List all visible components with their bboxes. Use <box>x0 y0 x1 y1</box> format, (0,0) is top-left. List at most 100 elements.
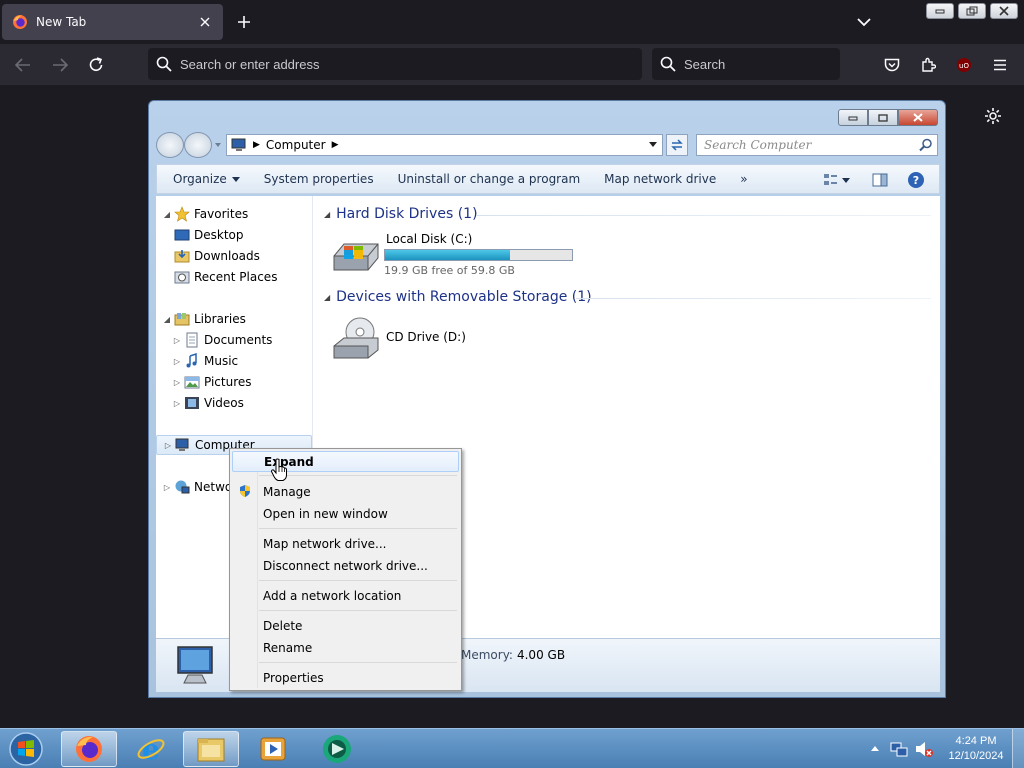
network-status-icon[interactable] <box>890 740 908 758</box>
nav-libraries[interactable]: ◢ Libraries <box>162 309 246 329</box>
collapse-arrow-icon[interactable]: ◢ <box>324 210 330 219</box>
tab-title: New Tab <box>36 15 87 29</box>
address-bar[interactable]: Search or enter address <box>148 48 642 80</box>
nav-desktop[interactable]: Desktop <box>172 225 244 245</box>
page-settings-button[interactable] <box>980 103 1006 129</box>
nav-documents-label: Documents <box>204 333 273 347</box>
recent-pages-icon[interactable] <box>214 141 222 149</box>
volume-muted-icon[interactable] <box>914 740 934 758</box>
expand-arrow-icon[interactable]: ▷ <box>172 357 182 366</box>
map-network-drive-button[interactable]: Map network drive <box>592 165 728 193</box>
desktop-icon <box>174 229 190 241</box>
clock-time: 4:24 PM <box>955 735 997 747</box>
taskbar-media-player[interactable] <box>245 731 301 767</box>
expand-arrow-icon[interactable]: ▷ <box>172 378 182 387</box>
expand-arrow-icon[interactable]: ▷ <box>162 483 172 492</box>
menu-item-add-network-location[interactable]: Add a network location <box>232 585 459 606</box>
close-tab-icon[interactable] <box>197 14 213 30</box>
close-icon <box>913 113 923 122</box>
taskbar-firefox[interactable] <box>61 731 117 767</box>
search-bar[interactable]: Search <box>652 48 840 80</box>
help-button[interactable]: ? <box>905 169 927 191</box>
system-properties-button[interactable]: System properties <box>252 165 386 193</box>
nav-downloads[interactable]: Downloads <box>172 246 260 266</box>
uninstall-program-button[interactable]: Uninstall or change a program <box>386 165 593 193</box>
pocket-button[interactable] <box>879 52 905 78</box>
search-icon <box>660 56 676 72</box>
address-dropdown-icon[interactable] <box>646 137 660 153</box>
list-all-tabs-button[interactable] <box>852 10 876 34</box>
collapse-arrow-icon[interactable]: ◢ <box>324 293 330 302</box>
explorer-forward-button[interactable] <box>184 132 212 158</box>
videos-icon <box>185 397 199 409</box>
drive-cd-d[interactable]: CD Drive (D:) <box>330 316 530 364</box>
nav-favorites[interactable]: ◢ Favorites <box>162 204 248 224</box>
more-commands-button[interactable]: » <box>728 165 759 193</box>
menu-item-delete[interactable]: Delete <box>232 615 459 636</box>
menu-item-open-new-window[interactable]: Open in new window <box>232 503 459 524</box>
extensions-button[interactable] <box>915 52 941 78</box>
nav-music[interactable]: ▷ Music <box>172 351 238 371</box>
nav-desktop-label: Desktop <box>194 228 244 242</box>
view-icon <box>824 174 850 185</box>
reload-button[interactable] <box>83 52 109 78</box>
explorer-back-button[interactable] <box>156 132 184 158</box>
forward-button[interactable] <box>47 52 73 78</box>
restore-button[interactable] <box>958 3 986 19</box>
clock[interactable]: 4:24 PM 12/10/2024 <box>936 734 1016 764</box>
menu-item-disconnect-network-drive[interactable]: Disconnect network drive... <box>232 555 459 576</box>
menu-item-properties[interactable]: Properties <box>232 667 459 688</box>
explorer-search-box[interactable]: Search Computer <box>696 134 938 156</box>
back-button[interactable] <box>10 52 36 78</box>
menu-item-manage[interactable]: Manage <box>232 481 459 502</box>
menu-item-expand[interactable]: Expand <box>232 451 459 472</box>
group-header-removable-storage[interactable]: ◢ Devices with Removable Storage (1) <box>324 287 592 307</box>
ublock-button[interactable]: uO <box>951 52 977 78</box>
nav-documents[interactable]: ▷ Documents <box>172 330 272 350</box>
nav-pictures[interactable]: ▷ Pictures <box>172 372 252 392</box>
menu-separator <box>259 528 457 529</box>
menu-button[interactable] <box>987 52 1013 78</box>
menu-item-rename[interactable]: Rename <box>232 637 459 658</box>
expand-arrow-icon[interactable]: ▷ <box>163 441 173 450</box>
explorer-refresh-button[interactable] <box>666 134 688 156</box>
explorer-address-bar[interactable]: ▶ Computer ▶ <box>226 134 663 156</box>
group-header-hard-disk-drives[interactable]: ◢ Hard Disk Drives (1) <box>324 204 478 224</box>
drive-local-disk-c[interactable]: Local Disk (C:) 19.9 GB free of 59.8 GB <box>330 232 630 280</box>
close-button[interactable] <box>990 3 1018 19</box>
collapse-arrow-icon[interactable]: ◢ <box>162 210 172 219</box>
explorer-close-button[interactable] <box>898 109 938 126</box>
tab-new-tab[interactable]: New Tab <box>2 4 223 40</box>
breadcrumb-computer[interactable]: Computer <box>266 138 326 152</box>
new-tab-button[interactable] <box>232 10 256 34</box>
taskbar-app[interactable] <box>309 731 365 767</box>
ublock-icon: uO <box>957 58 971 72</box>
app-icon <box>323 735 351 763</box>
menu-item-map-network-drive[interactable]: Map network drive... <box>232 533 459 554</box>
taskbar-internet-explorer[interactable]: e <box>123 731 179 767</box>
breadcrumb-separator[interactable]: ▶ <box>332 140 339 150</box>
explorer-minimize-button[interactable] <box>838 109 868 126</box>
show-hidden-icons-icon[interactable] <box>870 744 880 752</box>
show-desktop-button[interactable] <box>1012 729 1024 768</box>
breadcrumb-separator[interactable]: ▶ <box>253 140 260 150</box>
nav-recent-places[interactable]: Recent Places <box>172 267 277 287</box>
change-view-button[interactable] <box>817 169 857 191</box>
minimize-button[interactable] <box>926 3 954 19</box>
start-button[interactable] <box>6 731 46 767</box>
preview-pane-button[interactable] <box>869 169 891 191</box>
hamburger-menu-icon <box>994 59 1006 71</box>
nav-videos[interactable]: ▷ Videos <box>172 393 244 413</box>
explorer-caption-buttons <box>838 109 938 127</box>
taskbar-file-explorer[interactable] <box>183 731 239 767</box>
hand-cursor-icon <box>270 458 287 481</box>
memory-value: 4.00 GB <box>516 648 566 662</box>
expand-arrow-icon[interactable]: ▷ <box>172 336 182 345</box>
collapse-arrow-icon[interactable]: ◢ <box>162 315 172 324</box>
windows-start-icon <box>9 732 43 766</box>
pictures-icon <box>184 376 200 389</box>
expand-arrow-icon[interactable]: ▷ <box>172 399 182 408</box>
organize-button[interactable]: Organize <box>157 165 252 193</box>
explorer-maximize-button[interactable] <box>868 109 898 126</box>
hard-drive-icon <box>333 243 379 271</box>
